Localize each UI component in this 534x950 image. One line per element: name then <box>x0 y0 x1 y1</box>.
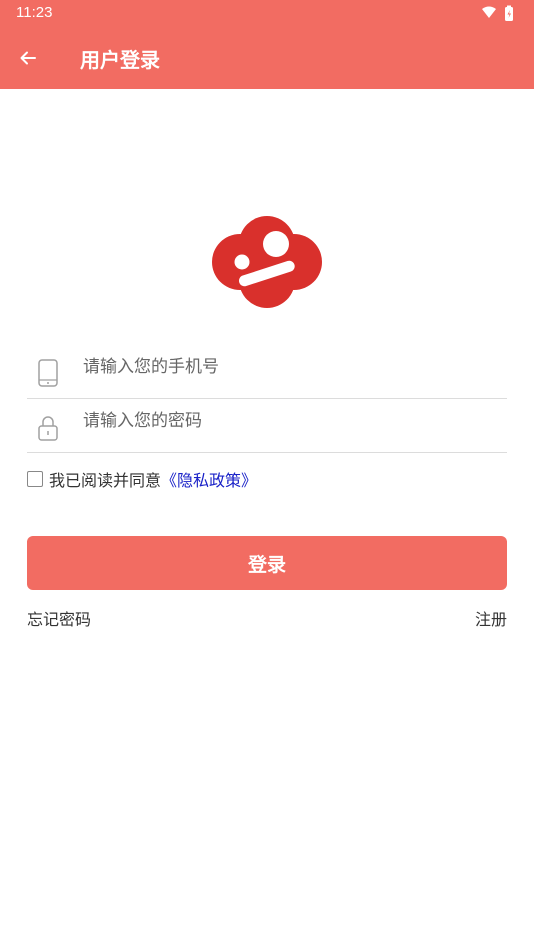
status-time: 11:23 <box>16 4 53 21</box>
agree-text: 我已阅读并同意 <box>49 471 162 490</box>
page-title: 用户登录 <box>80 48 160 72</box>
phone-input[interactable] <box>83 351 493 383</box>
back-button[interactable] <box>8 38 48 78</box>
login-button[interactable]: 登录 <box>27 536 507 590</box>
battery-icon <box>505 5 513 21</box>
privacy-policy-link[interactable]: 《隐私政策》 <box>161 467 257 491</box>
back-arrow-icon <box>20 51 36 65</box>
register-link[interactable]: 注册 <box>475 606 507 630</box>
lock-icon <box>38 416 58 441</box>
status-bar: 11:23 <box>0 0 534 28</box>
phone-field <box>27 345 507 399</box>
phone-icon <box>38 359 58 387</box>
app-logo <box>212 216 322 308</box>
status-icons <box>480 5 520 23</box>
agreement-row: 我已阅读并同意 《隐私政策》 <box>27 467 257 491</box>
app-bar: 用户登录 <box>0 28 534 89</box>
forgot-password-link[interactable]: 忘记密码 <box>27 606 91 630</box>
password-field <box>27 399 507 453</box>
wifi-icon <box>482 6 496 18</box>
agree-checkbox[interactable] <box>27 471 43 487</box>
password-input[interactable] <box>83 405 493 437</box>
